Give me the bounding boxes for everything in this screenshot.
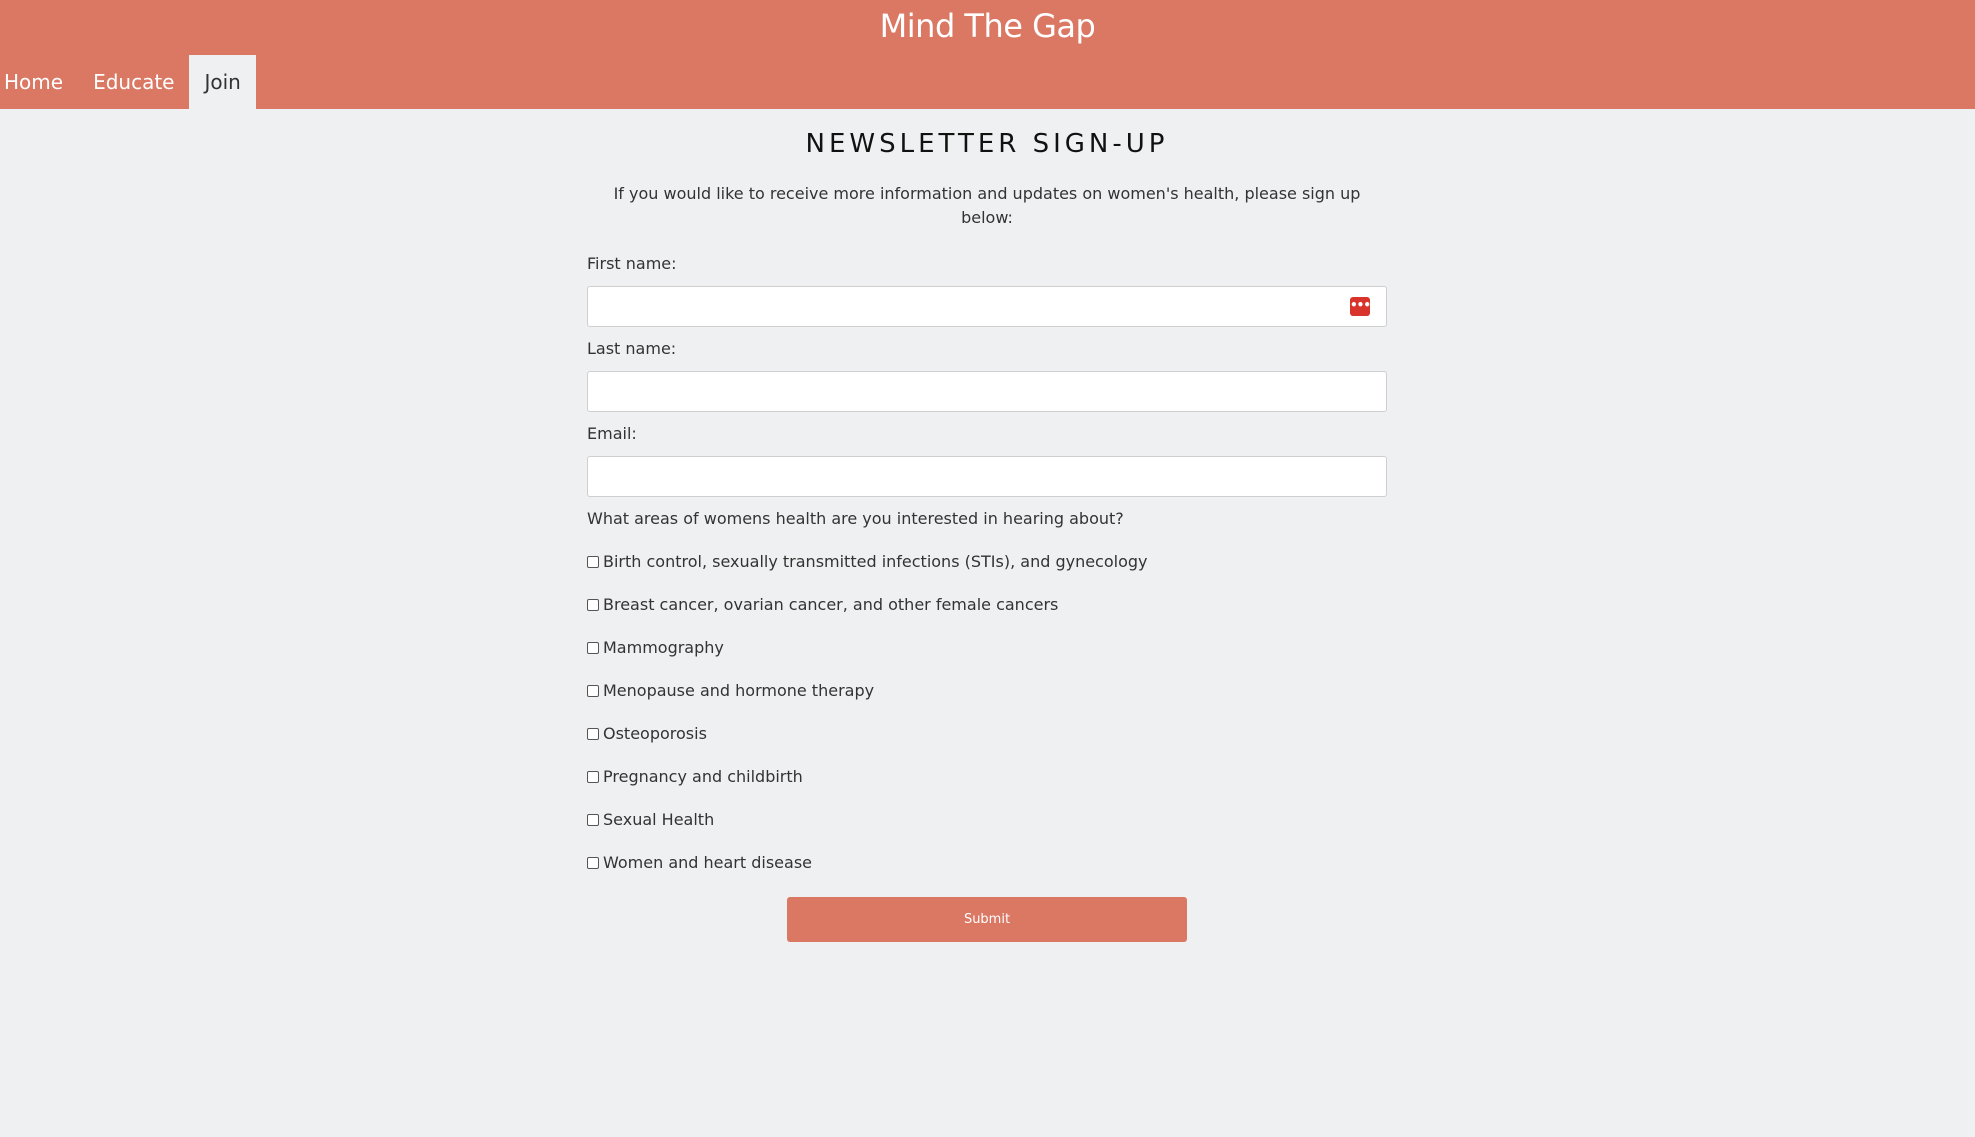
- checkbox-mammography[interactable]: [587, 642, 599, 654]
- checkbox-sexual-health[interactable]: [587, 814, 599, 826]
- checkbox-osteoporosis[interactable]: [587, 728, 599, 740]
- checkbox-label[interactable]: Menopause and hormone therapy: [603, 679, 874, 703]
- email-input[interactable]: [587, 456, 1387, 497]
- submit-button[interactable]: Submit: [787, 897, 1187, 942]
- password-manager-icon[interactable]: •••: [1350, 297, 1371, 316]
- last-name-label: Last name:: [587, 339, 677, 358]
- site-header: Mind The Gap Home Educate Join: [0, 0, 1975, 109]
- nav-join[interactable]: Join: [189, 55, 256, 109]
- interests-question: What areas of womens health are you inte…: [587, 509, 1124, 528]
- list-item: Breast cancer, ovarian cancer, and other…: [587, 593, 1387, 617]
- intro-text: If you would like to receive more inform…: [613, 184, 1361, 227]
- interests-list: Birth control, sexually transmitted infe…: [587, 550, 1387, 875]
- checkbox-label[interactable]: Sexual Health: [603, 808, 714, 832]
- list-item: Women and heart disease: [587, 851, 1387, 875]
- checkbox-label[interactable]: Mammography: [603, 636, 724, 660]
- email-wrap: [587, 456, 1387, 497]
- first-name-input[interactable]: [587, 286, 1387, 327]
- last-name-wrap: [587, 371, 1387, 412]
- checkbox-birth-control[interactable]: [587, 556, 599, 568]
- list-item: Mammography: [587, 636, 1387, 660]
- checkbox-label[interactable]: Pregnancy and childbirth: [603, 765, 803, 789]
- list-item: Osteoporosis: [587, 722, 1387, 746]
- list-item: Menopause and hormone therapy: [587, 679, 1387, 703]
- last-name-input[interactable]: [587, 371, 1387, 412]
- checkbox-label[interactable]: Women and heart disease: [603, 851, 812, 875]
- first-name-label: First name:: [587, 254, 677, 273]
- list-item: Sexual Health: [587, 808, 1387, 832]
- list-item: Pregnancy and childbirth: [587, 765, 1387, 789]
- email-label: Email:: [587, 424, 637, 443]
- checkbox-female-cancers[interactable]: [587, 599, 599, 611]
- nav-home[interactable]: Home: [0, 55, 78, 109]
- first-name-wrap: •••: [587, 286, 1387, 327]
- list-item: Birth control, sexually transmitted infe…: [587, 550, 1387, 574]
- nav-educate[interactable]: Educate: [78, 55, 189, 109]
- page-title: NEWSLETTER SIGN-UP: [805, 129, 1169, 159]
- submit-row: Submit: [587, 897, 1387, 942]
- site-title: Mind The Gap: [879, 7, 1096, 45]
- signup-form: NEWSLETTER SIGN-UP If you would like to …: [587, 109, 1387, 942]
- main-nav: Home Educate Join: [0, 55, 256, 109]
- checkbox-heart-disease[interactable]: [587, 857, 599, 869]
- checkbox-label[interactable]: Osteoporosis: [603, 722, 707, 746]
- checkbox-label[interactable]: Birth control, sexually transmitted infe…: [603, 550, 1148, 574]
- checkbox-menopause[interactable]: [587, 685, 599, 697]
- checkbox-label[interactable]: Breast cancer, ovarian cancer, and other…: [603, 593, 1058, 617]
- checkbox-pregnancy[interactable]: [587, 771, 599, 783]
